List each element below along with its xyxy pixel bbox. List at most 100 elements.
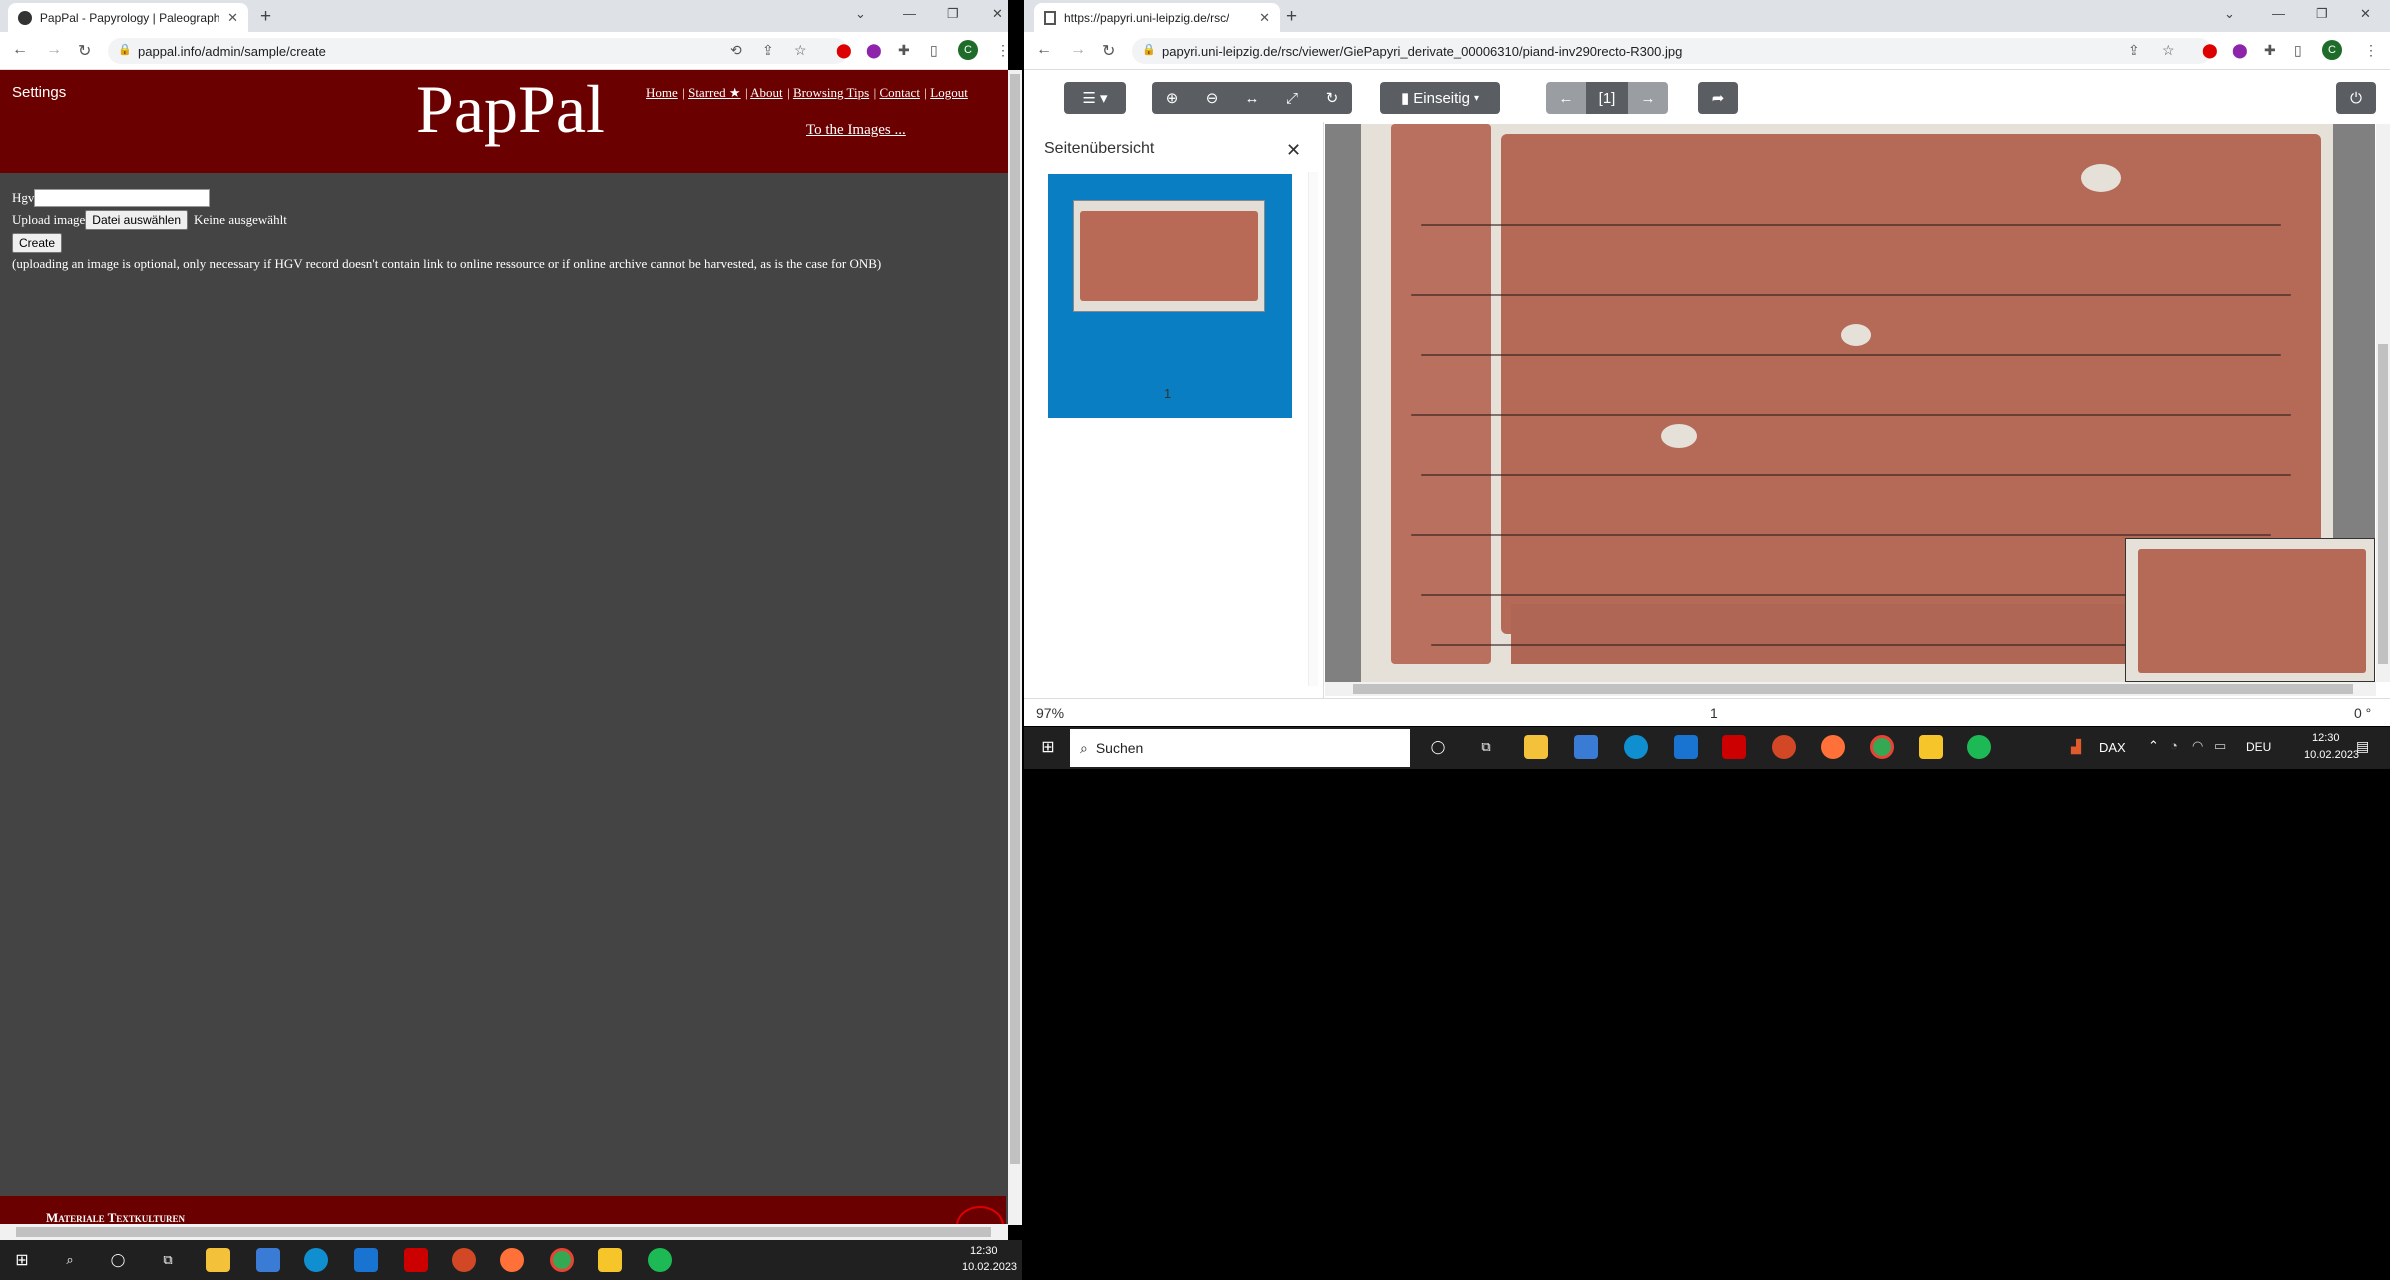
windows-start-icon[interactable]: ⊞: [10, 1248, 34, 1272]
battery-icon[interactable]: ▭: [2214, 738, 2226, 754]
close-tab-icon[interactable]: ✕: [227, 10, 238, 26]
extensions-puzzle-icon[interactable]: ✚: [2264, 42, 2276, 59]
chrome-icon[interactable]: [550, 1248, 574, 1272]
spotify-icon[interactable]: [648, 1248, 672, 1272]
clock-date[interactable]: 10.02.2023: [962, 1261, 1017, 1273]
extension-red-icon[interactable]: ⬤: [836, 42, 852, 59]
cortana-icon[interactable]: ◯: [1426, 735, 1450, 759]
nav-home[interactable]: Home: [646, 85, 678, 100]
viewer-menu-button[interactable]: ☰ ▾: [1064, 82, 1126, 114]
mail-icon[interactable]: [1674, 735, 1698, 759]
chrome-icon[interactable]: [1870, 735, 1894, 759]
canvas-horizontal-scrollbar[interactable]: [1325, 682, 2376, 696]
edge-icon[interactable]: [1624, 735, 1648, 759]
language-label[interactable]: DEU: [2246, 740, 2271, 754]
back-icon[interactable]: ←: [1036, 41, 1052, 59]
horizontal-scrollbar[interactable]: [0, 1224, 1008, 1240]
new-tab-button[interactable]: +: [1286, 6, 1297, 28]
to-images-link[interactable]: To the Images ...: [806, 122, 906, 139]
vertical-scrollbar[interactable]: [1008, 70, 1022, 1225]
forward-icon[interactable]: →: [46, 41, 62, 59]
spotify-icon[interactable]: [1967, 735, 1991, 759]
zoom-in-icon[interactable]: ⊕: [1152, 82, 1192, 114]
acrobat-icon[interactable]: [1722, 735, 1746, 759]
minimap[interactable]: [2125, 538, 2375, 682]
share-icon[interactable]: ⇪: [762, 42, 774, 59]
task-view-icon[interactable]: ⧉: [156, 1248, 180, 1272]
nav-contact[interactable]: Contact: [880, 85, 920, 100]
scroll-thumb[interactable]: [16, 1227, 991, 1237]
extension-purple-icon[interactable]: ⬤: [866, 42, 882, 59]
previous-page-icon[interactable]: ←: [1546, 82, 1586, 114]
extension-red-icon[interactable]: ⬤: [2202, 42, 2218, 59]
view-mode-dropdown[interactable]: ▮ Einseitig ▾: [1380, 82, 1500, 114]
create-button[interactable]: Create: [12, 233, 63, 253]
zoom-out-icon[interactable]: ⊖: [1192, 82, 1232, 114]
dax-label[interactable]: DAX: [2099, 740, 2126, 755]
extension-purple-icon[interactable]: ⬤: [2232, 42, 2248, 59]
page-indicator[interactable]: [1]: [1586, 82, 1628, 114]
stock-chart-icon[interactable]: ▟: [2064, 735, 2088, 759]
restore-icon[interactable]: ❐: [947, 6, 959, 22]
translate-icon[interactable]: ⟲: [730, 42, 742, 59]
task-view-icon[interactable]: ⧉: [1474, 735, 1498, 759]
tab-search-icon[interactable]: ⌄: [2224, 6, 2235, 22]
close-viewer-icon[interactable]: ⏻: [2336, 82, 2376, 114]
reload-icon[interactable]: ↻: [1102, 41, 1115, 61]
close-window-icon[interactable]: ✕: [992, 6, 1003, 22]
sidepanel-icon[interactable]: ▯: [930, 42, 938, 59]
tab-search-icon[interactable]: ⌄: [855, 6, 866, 22]
windows-start-icon[interactable]: ⊞: [1036, 735, 1060, 759]
address-bar[interactable]: 🔒 papyri.uni-leipzig.de/rsc/viewer/GiePa…: [1132, 38, 2212, 64]
hgv-input[interactable]: [34, 189, 211, 207]
firefox-icon[interactable]: [1821, 735, 1845, 759]
notification-icon[interactable]: ▤: [2356, 738, 2369, 755]
tray-chevron-icon[interactable]: ⌃: [2148, 738, 2159, 754]
notes-icon[interactable]: [1919, 735, 1943, 759]
sidepanel-icon[interactable]: ▯: [2294, 42, 2302, 59]
menu-kebab-icon[interactable]: ⋮: [2364, 42, 2378, 59]
vertical-scroll-thumb[interactable]: [2378, 344, 2388, 664]
reload-icon[interactable]: ↻: [78, 41, 91, 61]
vertical-scroll-thumb[interactable]: [1010, 74, 1020, 1164]
close-window-icon[interactable]: ✕: [2360, 6, 2371, 22]
settings-link[interactable]: Settings: [12, 84, 66, 101]
file-explorer-icon[interactable]: [1524, 735, 1548, 759]
new-tab-button[interactable]: +: [260, 6, 271, 28]
wifi-icon[interactable]: ◠: [2192, 738, 2203, 754]
profile-avatar[interactable]: C: [958, 40, 978, 60]
nav-logout[interactable]: Logout: [930, 85, 968, 100]
minimize-icon[interactable]: —: [903, 6, 916, 21]
profile-avatar[interactable]: C: [2322, 40, 2342, 60]
clock-time[interactable]: 12:30: [970, 1245, 998, 1257]
menu-kebab-icon[interactable]: ⋮: [996, 42, 1010, 59]
nav-about[interactable]: About: [750, 85, 783, 100]
powerpoint-icon[interactable]: [452, 1248, 476, 1272]
store-icon[interactable]: [256, 1248, 280, 1272]
network-icon[interactable]: ◔: [2170, 738, 2178, 753]
share-viewer-icon[interactable]: ➦: [1698, 82, 1738, 114]
store-icon[interactable]: [1574, 735, 1598, 759]
clock-date[interactable]: 10.02.2023: [2304, 749, 2359, 761]
close-sidebar-icon[interactable]: ✕: [1286, 140, 1301, 161]
bookmark-star-icon[interactable]: ☆: [2162, 42, 2175, 59]
share-icon[interactable]: ⇪: [2128, 42, 2140, 59]
search-icon[interactable]: ⌕: [58, 1248, 82, 1272]
canvas-vertical-scrollbar[interactable]: [2376, 124, 2390, 682]
edge-icon[interactable]: [304, 1248, 328, 1272]
rotate-icon[interactable]: ↻: [1312, 82, 1352, 114]
right-active-tab[interactable]: https://papyri.uni-leipzig.de/rsc/ ✕: [1034, 3, 1280, 33]
powerpoint-icon[interactable]: [1772, 735, 1796, 759]
notes-icon[interactable]: [598, 1248, 622, 1272]
taskbar-search-box[interactable]: ⌕ Suchen: [1070, 729, 1410, 767]
firefox-icon[interactable]: [500, 1248, 524, 1272]
acrobat-icon[interactable]: [404, 1248, 428, 1272]
nav-browsing-tips[interactable]: Browsing Tips: [793, 85, 869, 100]
sidebar-scrollbar[interactable]: [1308, 172, 1318, 686]
bookmark-star-icon[interactable]: ☆: [794, 42, 807, 59]
forward-icon[interactable]: →: [1070, 41, 1086, 59]
restore-icon[interactable]: ❐: [2316, 6, 2328, 22]
extensions-puzzle-icon[interactable]: ✚: [898, 42, 910, 59]
minimize-icon[interactable]: —: [2272, 6, 2285, 21]
file-explorer-icon[interactable]: [206, 1248, 230, 1272]
